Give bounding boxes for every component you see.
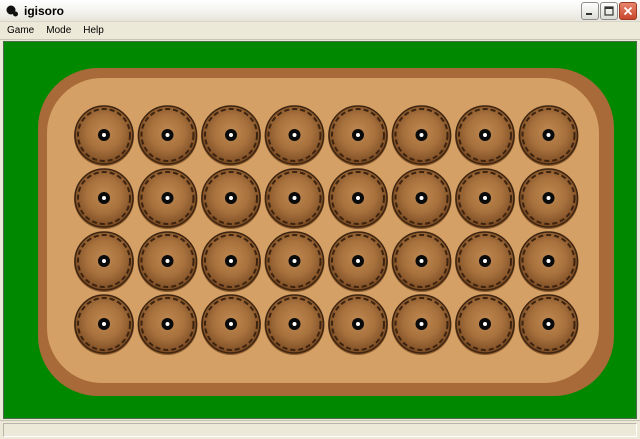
seed-highlight	[546, 259, 551, 263]
pit[interactable]	[264, 168, 325, 229]
pit[interactable]	[74, 105, 134, 166]
menu-mode[interactable]: Mode	[41, 25, 76, 36]
pit[interactable]	[201, 294, 261, 355]
status-text	[3, 423, 637, 437]
pits-grid	[74, 105, 579, 355]
seed-highlight	[165, 322, 170, 326]
seed-highlight	[165, 259, 170, 263]
pit[interactable]	[455, 105, 515, 166]
seed-highlight	[292, 133, 297, 137]
seed-highlight	[546, 196, 551, 200]
minimize-button[interactable]	[581, 2, 599, 20]
board-surface	[47, 78, 599, 383]
pit[interactable]	[74, 231, 134, 292]
pit[interactable]	[328, 294, 388, 355]
pit[interactable]	[328, 105, 388, 166]
close-icon	[623, 6, 633, 16]
pit[interactable]	[455, 231, 515, 292]
seed-highlight	[546, 322, 551, 326]
maximize-button[interactable]	[600, 2, 618, 20]
seed-highlight	[229, 322, 233, 326]
seed-highlight	[356, 133, 360, 137]
pit[interactable]	[391, 168, 452, 229]
seed-highlight	[419, 196, 424, 200]
pit[interactable]	[391, 294, 452, 355]
pit[interactable]	[391, 231, 452, 292]
pit[interactable]	[391, 105, 452, 166]
status-bar	[0, 420, 640, 439]
close-button[interactable]	[619, 2, 637, 20]
seed-highlight	[356, 259, 360, 263]
seed-highlight	[292, 322, 297, 326]
seed-highlight	[356, 196, 360, 200]
seed-highlight	[102, 196, 106, 200]
seed-highlight	[419, 259, 424, 263]
window-title: igisoro	[24, 4, 65, 18]
pit[interactable]	[74, 168, 134, 229]
seed-highlight	[229, 133, 233, 137]
seed-highlight	[356, 322, 360, 326]
menu-game[interactable]: Game	[2, 25, 39, 36]
seed-highlight	[229, 196, 233, 200]
minimize-icon	[586, 13, 592, 15]
pit[interactable]	[518, 294, 579, 355]
pit[interactable]	[518, 105, 579, 166]
maximize-icon	[604, 6, 614, 16]
seed-highlight	[419, 322, 424, 326]
pit[interactable]	[455, 294, 515, 355]
pit[interactable]	[264, 105, 325, 166]
pit[interactable]	[201, 105, 261, 166]
pit[interactable]	[264, 294, 325, 355]
game-table	[3, 41, 637, 419]
game-board	[38, 68, 614, 396]
pit[interactable]	[201, 231, 261, 292]
seed-highlight	[546, 133, 551, 137]
pit[interactable]	[137, 105, 198, 166]
seed-highlight	[292, 196, 297, 200]
seed-highlight	[165, 196, 170, 200]
title-bar[interactable]: igisoro	[0, 0, 640, 22]
pit[interactable]	[518, 231, 579, 292]
seed-highlight	[292, 259, 297, 263]
seed-highlight	[165, 133, 170, 137]
seed-highlight	[483, 133, 487, 137]
app-window: igisoro Game Mode Help	[0, 0, 640, 439]
pit[interactable]	[74, 294, 134, 355]
seed-highlight	[419, 133, 424, 137]
pit[interactable]	[137, 231, 198, 292]
app-icon	[6, 5, 18, 17]
seed-highlight	[483, 196, 487, 200]
seed-highlight	[229, 259, 233, 263]
pit[interactable]	[137, 294, 198, 355]
seed-highlight	[102, 133, 106, 137]
menu-bar: Game Mode Help	[0, 22, 640, 40]
menu-help[interactable]: Help	[78, 25, 109, 36]
pit[interactable]	[201, 168, 261, 229]
seed-highlight	[102, 259, 106, 263]
pit[interactable]	[455, 168, 515, 229]
pit[interactable]	[328, 168, 388, 229]
pit[interactable]	[328, 231, 388, 292]
pit[interactable]	[264, 231, 325, 292]
pit[interactable]	[518, 168, 579, 229]
seed-highlight	[102, 322, 106, 326]
pit[interactable]	[137, 168, 198, 229]
seed-highlight	[483, 259, 487, 263]
seed-highlight	[483, 322, 487, 326]
